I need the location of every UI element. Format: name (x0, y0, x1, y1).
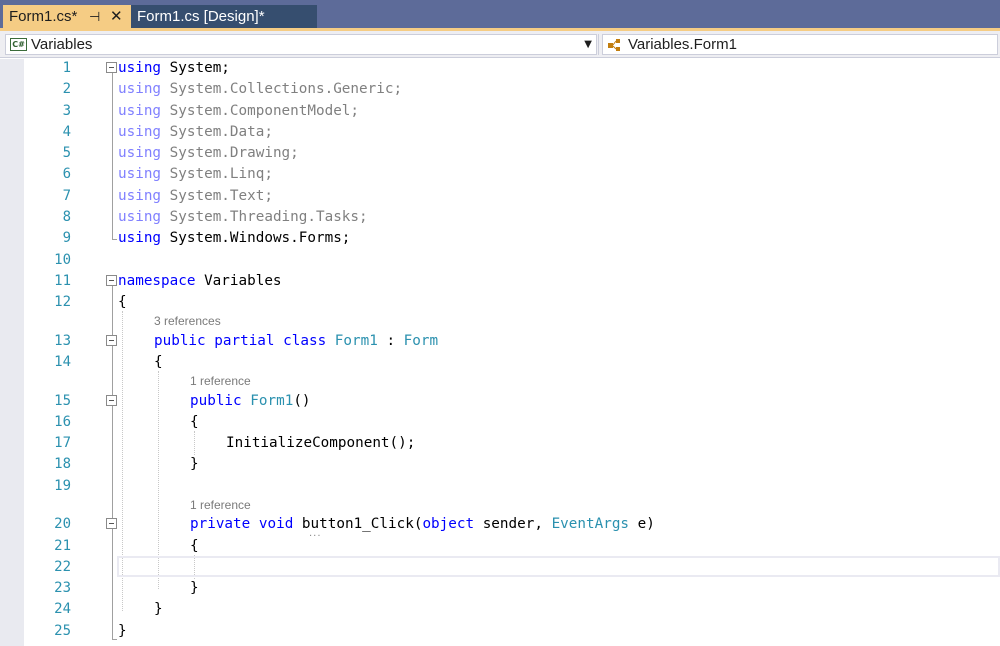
code-line: } (190, 456, 199, 472)
outline-line (112, 639, 117, 640)
close-icon[interactable]: ✕ (110, 5, 123, 28)
collapse-icon[interactable] (106, 62, 117, 73)
collapse-icon[interactable] (106, 395, 117, 406)
line-number: 18 (54, 456, 71, 472)
line-number: 17 (54, 435, 71, 451)
line-number: 6 (62, 166, 71, 182)
line-number: 7 (62, 188, 71, 204)
line-number: 3 (62, 103, 71, 119)
code-line: public partial class Form1 : Form (154, 333, 439, 349)
codelens-references[interactable]: 1 reference (190, 374, 251, 388)
navigation-bar: C# Variables ▼ Variables.Form1 (0, 31, 1000, 58)
code-line: } (190, 580, 199, 596)
collapse-icon[interactable] (106, 335, 117, 346)
indent-guide (194, 431, 195, 455)
code-line: } (154, 601, 163, 617)
tab-label: Form1.cs [Design]* (137, 8, 265, 25)
line-number: 21 (54, 538, 71, 554)
line-number: 16 (54, 414, 71, 430)
line-number: 4 (62, 124, 71, 140)
line-number: 2 (62, 81, 71, 97)
collapse-icon[interactable] (106, 518, 117, 529)
current-line-highlight (117, 556, 1000, 577)
line-number: 10 (54, 252, 71, 268)
code-line: { (190, 538, 199, 554)
code-line: using System; (118, 60, 230, 76)
code-line: { (118, 294, 127, 310)
code-line: using System.Linq; (118, 166, 273, 182)
line-number: 15 (54, 393, 71, 409)
line-number: 12 (54, 294, 71, 310)
navbar-separator (598, 34, 599, 55)
code-line: { (154, 354, 163, 370)
type-name: Variables.Form1 (628, 36, 737, 53)
code-line: using System.Collections.Generic; (118, 81, 403, 97)
code-editor[interactable]: 1 2 3 4 5 6 7 8 9 10 11 12 13 14 15 16 1… (0, 59, 1000, 646)
project-name: Variables (31, 36, 93, 53)
outline-line (112, 239, 117, 240)
tab-label: Form1.cs* (9, 8, 78, 25)
code-line: InitializeComponent(); (226, 435, 416, 451)
line-number: 11 (54, 273, 71, 289)
line-number: 5 (62, 145, 71, 161)
code-line: using System.Windows.Forms; (118, 230, 351, 246)
line-number: 1 (62, 60, 71, 76)
class-icon (608, 39, 620, 51)
code-line: using System.ComponentModel; (118, 103, 360, 119)
line-number: 13 (54, 333, 71, 349)
line-number: 14 (54, 354, 71, 370)
code-line: { (190, 414, 199, 430)
line-number: 24 (54, 601, 71, 617)
codelens-references[interactable]: 1 reference (190, 498, 251, 512)
code-line: namespace Variables (118, 273, 282, 289)
collapse-icon[interactable] (106, 275, 117, 286)
indicator-margin (0, 59, 24, 646)
csharp-project-icon: C# (10, 38, 27, 51)
codelens-references[interactable]: 3 references (154, 314, 221, 328)
dropdown-arrow-icon[interactable]: ▼ (584, 35, 592, 54)
line-number: 9 (62, 230, 71, 246)
project-dropdown[interactable]: C# Variables ▼ (5, 34, 597, 55)
line-number: 19 (54, 478, 71, 494)
code-line: using System.Drawing; (118, 145, 299, 161)
outline-line (112, 73, 113, 240)
line-number: 20 (54, 516, 71, 532)
line-number: 25 (54, 623, 71, 639)
code-line: public Form1() (190, 393, 311, 409)
code-line: using System.Text; (118, 188, 273, 204)
document-tab-bar: Form1.cs* ⊣ ✕ Form1.cs [Design]* (0, 0, 1000, 31)
type-dropdown[interactable]: Variables.Form1 (602, 34, 998, 55)
pin-icon[interactable]: ⊣ (89, 5, 100, 28)
code-line: using System.Threading.Tasks; (118, 209, 368, 225)
line-number: 22 (54, 559, 71, 575)
tab-form1-design[interactable]: Form1.cs [Design]* (131, 5, 317, 28)
tab-form1-cs[interactable]: Form1.cs* ⊣ ✕ (3, 5, 131, 28)
code-line: private void button1_Click(object sender… (190, 516, 655, 532)
line-number: 23 (54, 580, 71, 596)
code-line: } (118, 623, 127, 639)
suggestion-dots[interactable]: ··· (309, 531, 322, 542)
line-number: 8 (62, 209, 71, 225)
code-line: using System.Data; (118, 124, 273, 140)
